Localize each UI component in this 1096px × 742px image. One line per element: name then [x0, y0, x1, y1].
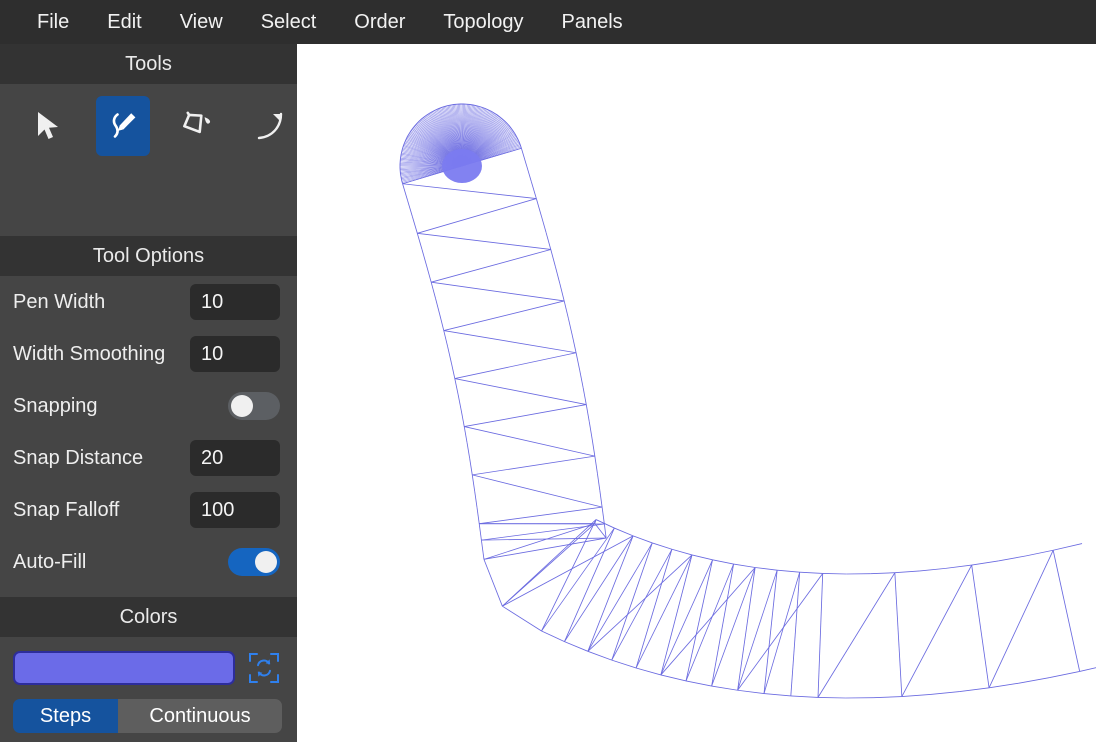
- tool-options-section-header: Tool Options: [0, 236, 297, 276]
- randomize-color-button[interactable]: [249, 653, 279, 683]
- color-mode-tab-continuous[interactable]: Continuous: [118, 699, 282, 733]
- menu-item-topology[interactable]: Topology: [424, 0, 542, 44]
- tool-button-fill[interactable]: [170, 96, 224, 156]
- color-swatch[interactable]: [13, 651, 235, 685]
- toggle-knob: [255, 551, 277, 573]
- option-label-snap-distance: Snap Distance: [13, 446, 144, 469]
- mesh-stroke-wireframe: [399, 103, 1096, 699]
- snap-falloff-input[interactable]: [190, 492, 280, 528]
- color-mode-tab-steps[interactable]: Steps: [13, 699, 118, 733]
- color-mode-tabs: Steps Continuous: [0, 685, 297, 733]
- snapping-toggle[interactable]: [228, 392, 280, 420]
- option-label-snapping: Snapping: [13, 394, 98, 417]
- tools-section-body: [0, 84, 297, 236]
- option-label-snap-falloff: Snap Falloff: [13, 498, 120, 521]
- tool-button-curve[interactable]: [243, 96, 297, 156]
- pen-width-input[interactable]: [190, 284, 280, 320]
- menu-item-select[interactable]: Select: [242, 0, 336, 44]
- option-row-snap-distance: Snap Distance: [0, 432, 297, 484]
- option-row-snap-falloff: Snap Falloff: [0, 484, 297, 536]
- option-row-auto-fill: Auto-Fill: [0, 536, 297, 588]
- option-row-pen-width: Pen Width: [0, 276, 297, 328]
- option-row-width-smoothing: Width Smoothing: [0, 328, 297, 380]
- snap-distance-input[interactable]: [190, 440, 280, 476]
- colors-section-header: Colors: [0, 597, 297, 637]
- tool-button-pen[interactable]: [95, 96, 150, 156]
- menu-item-order[interactable]: Order: [335, 0, 424, 44]
- cursor-arrow-icon: [33, 109, 65, 143]
- menu-bar: File Edit View Select Order Topology Pan…: [0, 0, 1096, 44]
- tool-button-select[interactable]: [22, 96, 76, 156]
- option-row-snapping: Snapping: [0, 380, 297, 432]
- menu-item-view[interactable]: View: [161, 0, 242, 44]
- curve-icon: [253, 109, 287, 143]
- option-label-auto-fill: Auto-Fill: [13, 550, 87, 573]
- tools-section-header: Tools: [0, 44, 297, 84]
- menu-item-edit[interactable]: Edit: [88, 0, 160, 44]
- tool-button-row: [0, 84, 297, 156]
- left-panel: Tools Tool Options Pen Width 10 Width Sm…: [0, 44, 297, 742]
- drawing-canvas[interactable]: [297, 44, 1096, 742]
- option-label-width-smoothing: Width Smoothing: [13, 342, 166, 365]
- auto-fill-toggle[interactable]: [228, 548, 280, 576]
- width-smoothing-input[interactable]: [190, 336, 280, 372]
- option-label-pen-width: Pen Width: [13, 290, 106, 313]
- paint-bucket-icon: [178, 109, 214, 143]
- colors-section-body: Steps Continuous: [0, 637, 297, 733]
- refresh-icon: [249, 653, 279, 687]
- color-swatch-row: [0, 651, 297, 685]
- app-window: File Edit View Select Order Topology Pan…: [0, 0, 1096, 742]
- menu-item-panels[interactable]: Panels: [542, 0, 641, 44]
- tool-options-section-body: Pen Width Width Smoothing Snapping Snap …: [0, 276, 297, 588]
- pencil-icon: [106, 109, 140, 143]
- toggle-knob: [231, 395, 253, 417]
- menu-item-file[interactable]: File: [18, 0, 88, 44]
